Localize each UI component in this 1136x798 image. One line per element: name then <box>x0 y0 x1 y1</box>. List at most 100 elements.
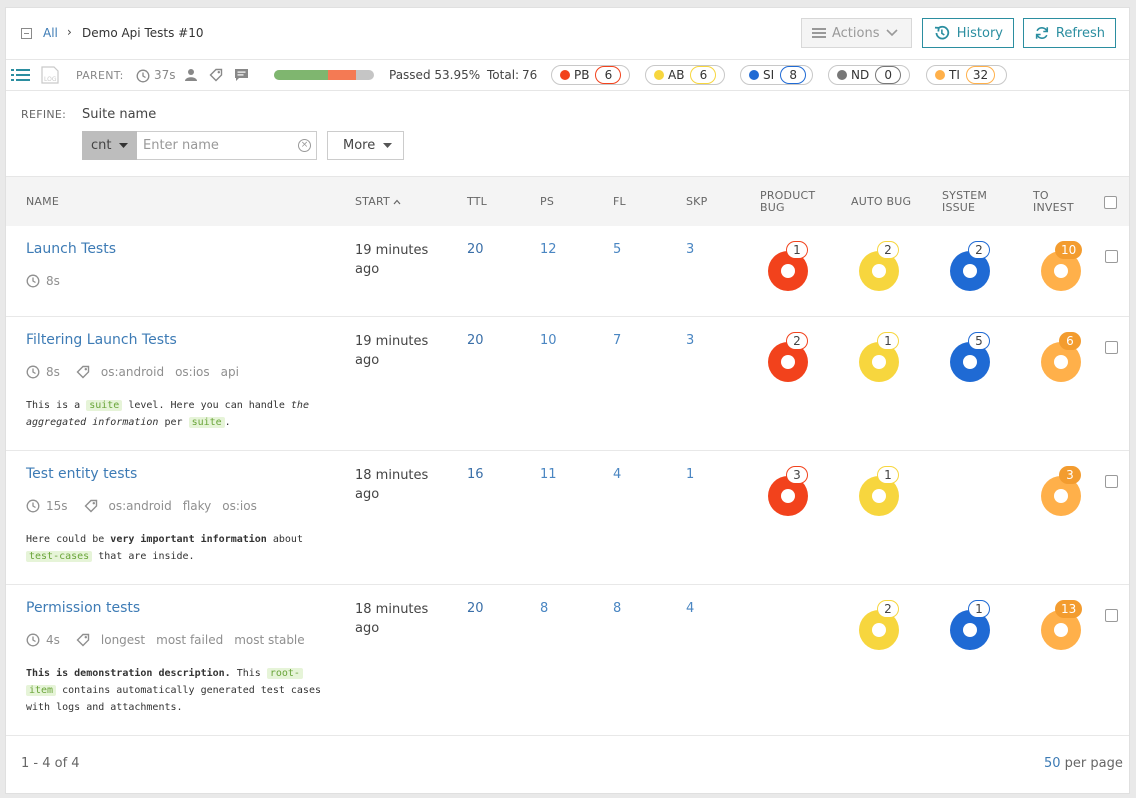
select-all-checkbox[interactable] <box>1104 196 1117 209</box>
more-filters-button[interactable]: More <box>327 131 404 160</box>
sort-asc-icon <box>393 199 401 205</box>
badge-to-investigate[interactable]: TI 32 <box>926 65 1007 85</box>
ttl-count[interactable]: 20 <box>467 242 484 257</box>
suite-name-link[interactable]: Permission tests <box>26 600 140 616</box>
failed-count[interactable]: 8 <box>613 601 621 616</box>
actions-button[interactable]: Actions <box>801 18 912 48</box>
ab-dot-icon <box>654 70 664 80</box>
to-invest-count-badge[interactable]: 3 <box>1059 466 1081 484</box>
product-bug-count-badge[interactable]: 1 <box>786 241 808 259</box>
page-size-selector[interactable]: 50 per page <box>1044 756 1123 771</box>
row-checkbox[interactable] <box>1105 475 1118 488</box>
ttl-count[interactable]: 20 <box>467 601 484 616</box>
history-icon <box>934 25 950 40</box>
passed-count[interactable]: 10 <box>540 333 557 348</box>
desc-text: contains automatically generated test ca… <box>56 685 321 696</box>
suite-tag[interactable]: os:android <box>109 499 172 513</box>
badge-count: 8 <box>780 66 807 84</box>
suite-name-link[interactable]: Test entity tests <box>26 466 137 482</box>
condition-select[interactable]: cnt <box>82 131 137 160</box>
col-ttl[interactable]: TTL <box>467 196 487 208</box>
system-issue-count-badge[interactable]: 1 <box>968 600 990 618</box>
product-bug-count-badge[interactable]: 3 <box>786 466 808 484</box>
system-issue-count-badge[interactable]: 5 <box>968 332 990 350</box>
failed-count[interactable]: 7 <box>613 333 621 348</box>
skipped-count[interactable]: 4 <box>686 601 694 616</box>
clear-input-icon[interactable]: × <box>298 139 311 152</box>
nd-dot-icon <box>837 70 847 80</box>
page-size-value[interactable]: 50 <box>1044 756 1061 771</box>
start-time-l2: ago <box>355 353 380 368</box>
badge-no-defect[interactable]: ND 0 <box>828 65 910 85</box>
col-product-bug[interactable]: PRODUCT BUG <box>760 190 815 214</box>
col-start[interactable]: START <box>355 196 401 208</box>
product-bug-count-badge[interactable]: 2 <box>786 332 808 350</box>
ttl-count[interactable]: 16 <box>467 467 484 482</box>
suite-tag[interactable]: os:ios <box>222 499 257 513</box>
suite-name-link[interactable]: Launch Tests <box>26 241 116 257</box>
progress-failed <box>327 70 356 80</box>
auto-bug-count-badge[interactable]: 1 <box>877 332 899 350</box>
suite-tag[interactable]: longest <box>101 633 145 647</box>
skipped-count[interactable]: 3 <box>686 333 694 348</box>
skipped-count[interactable]: 3 <box>686 242 694 257</box>
suite-name-input[interactable] <box>137 131 317 160</box>
suite-tag[interactable]: most failed <box>156 633 223 647</box>
log-view-icon[interactable]: LOG <box>39 65 61 85</box>
start-time: 19 minutes ago <box>355 241 428 279</box>
auto-bug-count-badge[interactable]: 1 <box>877 466 899 484</box>
failed-count[interactable]: 5 <box>613 242 621 257</box>
badge-system-issue[interactable]: SI 8 <box>740 65 813 85</box>
passed-count[interactable]: 11 <box>540 467 557 482</box>
badge-count: 6 <box>595 66 622 84</box>
desc-strong: This is demonstration description. <box>26 668 231 679</box>
system-issue-count-badge[interactable]: 2 <box>968 241 990 259</box>
suite-tag[interactable]: most stable <box>234 633 304 647</box>
collapse-toggle[interactable] <box>21 28 32 39</box>
ttl-count[interactable]: 20 <box>467 333 484 348</box>
refresh-button[interactable]: Refresh <box>1023 18 1116 48</box>
total-label: Total: <box>487 68 520 82</box>
col-ps[interactable]: PS <box>540 196 554 208</box>
breadcrumb-all[interactable]: All <box>43 26 58 40</box>
col-skp[interactable]: SKP <box>686 196 707 208</box>
caret-down-icon <box>383 143 393 148</box>
col-fl[interactable]: FL <box>613 196 626 208</box>
history-button[interactable]: History <box>922 18 1014 48</box>
to-invest-count-badge[interactable]: 13 <box>1055 600 1083 618</box>
suite-name-label: Suite name <box>82 107 157 122</box>
suite-tag[interactable]: os:android <box>101 365 164 379</box>
svg-text:LOG: LOG <box>44 76 57 83</box>
auto-bug-count-badge[interactable]: 2 <box>877 600 899 618</box>
passed-count[interactable]: 12 <box>540 242 557 257</box>
suite-name-link[interactable]: Filtering Launch Tests <box>26 332 177 348</box>
table-row: Filtering Launch Tests 8s os:android os:… <box>6 317 1129 451</box>
to-invest-count-badge[interactable]: 6 <box>1059 332 1081 350</box>
col-name[interactable]: NAME <box>26 196 59 208</box>
suite-description: This is a suite level. Here you can hand… <box>26 397 341 431</box>
suite-tag[interactable]: flaky <box>183 499 212 513</box>
col-system-issue[interactable]: SYSTEM ISSUE <box>942 190 987 214</box>
passed-count[interactable]: 8 <box>540 601 548 616</box>
suite-tag[interactable]: os:ios <box>175 365 210 379</box>
list-view-icon[interactable] <box>11 68 31 82</box>
badge-code: AB <box>668 68 685 82</box>
auto-bug-count-badge[interactable]: 2 <box>877 241 899 259</box>
row-checkbox[interactable] <box>1105 250 1118 263</box>
skipped-count[interactable]: 1 <box>686 467 694 482</box>
owner-icon <box>185 69 197 81</box>
start-time-l2: ago <box>355 262 380 277</box>
to-invest-count-badge[interactable]: 10 <box>1055 241 1083 259</box>
suite-duration: 8s <box>46 274 60 288</box>
row-checkbox[interactable] <box>1105 609 1118 622</box>
badge-auto-bug[interactable]: AB 6 <box>645 65 725 85</box>
menu-icon <box>812 28 826 38</box>
suite-tag[interactable]: api <box>221 365 239 379</box>
failed-count[interactable]: 4 <box>613 467 621 482</box>
col-to-invest[interactable]: TO INVEST <box>1033 190 1074 214</box>
start-time: 18 minutes ago <box>355 466 428 504</box>
total-count: 76 <box>522 68 538 82</box>
badge-product-bug[interactable]: PB 6 <box>551 65 630 85</box>
col-auto-bug[interactable]: AUTO BUG <box>851 196 911 208</box>
row-checkbox[interactable] <box>1105 341 1118 354</box>
